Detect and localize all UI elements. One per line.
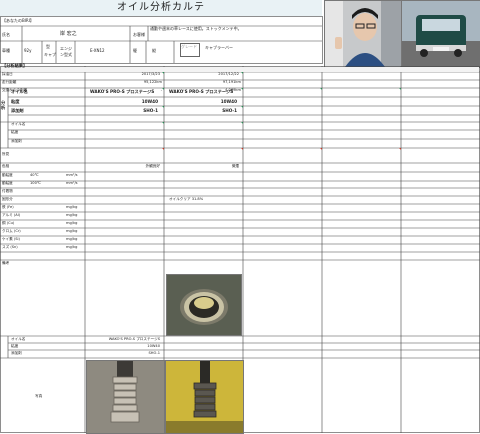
row-solids-label: 固形分 — [2, 197, 13, 201]
row-viscosity-label: 粘度 — [11, 99, 20, 104]
row-dynamic-label: 動粘度 — [2, 173, 13, 177]
row-oil-name3-label: オイル名 — [11, 337, 26, 341]
row-oil-name-label: オイル名 — [11, 89, 28, 94]
mileage-col1: 95,122km — [143, 80, 162, 84]
row-color-label: 色相 — [2, 164, 10, 168]
row-viscosity3-label: 粘度 — [11, 344, 19, 348]
oil-name-col2: WAKO'S PRO-S プロステージS — [169, 89, 234, 94]
row-spectro-label: 付着物 — [2, 189, 13, 193]
row-comment-label: 所見 — [2, 152, 10, 156]
oil-cap-photo — [166, 274, 242, 336]
visc40-label: 40℃ — [30, 173, 39, 177]
date-col1: 2017/3/23 — [141, 72, 160, 76]
viscosity-col1: 10W40 — [141, 99, 158, 104]
al-unit: mg/kg — [66, 213, 78, 217]
row-additive-label: 添加剤 — [11, 108, 24, 113]
row-additive3-label: 添加剤 — [11, 351, 22, 355]
fe-unit: mg/kg — [66, 205, 78, 209]
row-photo-label: 写真 — [35, 394, 43, 398]
row-cu-label: 銅 (Cu) — [2, 221, 15, 225]
row-date-label: 採油日 — [2, 72, 13, 76]
row-si-label: ケイ素 (Si) — [2, 237, 20, 241]
si-unit: mg/kg — [66, 237, 78, 241]
sn-unit: mg/kg — [66, 245, 78, 249]
row-additive2-label: 添加剤 — [11, 139, 22, 143]
row-oil-name2-label: オイル名 — [11, 122, 26, 126]
visc40-unit: mm²/s — [66, 173, 78, 177]
mileage-col2: 97,191km — [222, 80, 241, 84]
row-remarks-label: 備考 — [2, 261, 10, 265]
row-dynamic2-label: 動粘度 — [2, 181, 13, 185]
viscosity2-col1: 10W40 — [147, 344, 160, 348]
magnet-bolt-photo-1 — [86, 360, 165, 434]
row-sn-label: スズ (Sn) — [2, 245, 18, 249]
cr-unit: mg/kg — [66, 229, 78, 233]
color-col1: 外観良好 — [145, 164, 160, 168]
row-cr-label: クロム (Cr) — [2, 229, 21, 233]
color-col2: 微濁 — [231, 164, 239, 168]
row-viscosity2-label: 粘度 — [11, 130, 19, 134]
visc100-label: 100℃ — [30, 181, 41, 185]
oil-name2-col1: WAKO'S PRO-S プロステージS — [108, 337, 160, 341]
viscosity-col2: 10W40 — [220, 99, 237, 104]
cu-unit: mg/kg — [66, 221, 78, 225]
remarks-col2: オイルクリア 31.8% — [169, 197, 204, 201]
row-mileage-label: 走行距離 — [2, 80, 17, 84]
row-al-label: アルミ (Al) — [2, 213, 21, 217]
visc100-unit: mm²/s — [66, 181, 78, 185]
section-title: 【分析結果】 — [2, 63, 28, 68]
oil-name-col1: WAKO'S PRO-S プロステージS — [90, 89, 155, 94]
additive-col2: SHO-1 — [222, 108, 237, 113]
additive-col1: SHO-1 — [143, 108, 158, 113]
additive2-col1: SHO-1 — [148, 351, 161, 355]
date-col2: 2017/12/22 — [218, 72, 239, 76]
row-fe-label: 鉄 (Fe) — [2, 205, 14, 209]
oil-analysis-sheet: オイル分析カルテ 【あなたのBIRI】 氏名 岸 宏之 お客様 通勤や週末の草レ… — [0, 0, 480, 434]
analysis-side-label: 分析 — [1, 100, 6, 110]
magnet-bolt-photo-2 — [165, 360, 244, 434]
